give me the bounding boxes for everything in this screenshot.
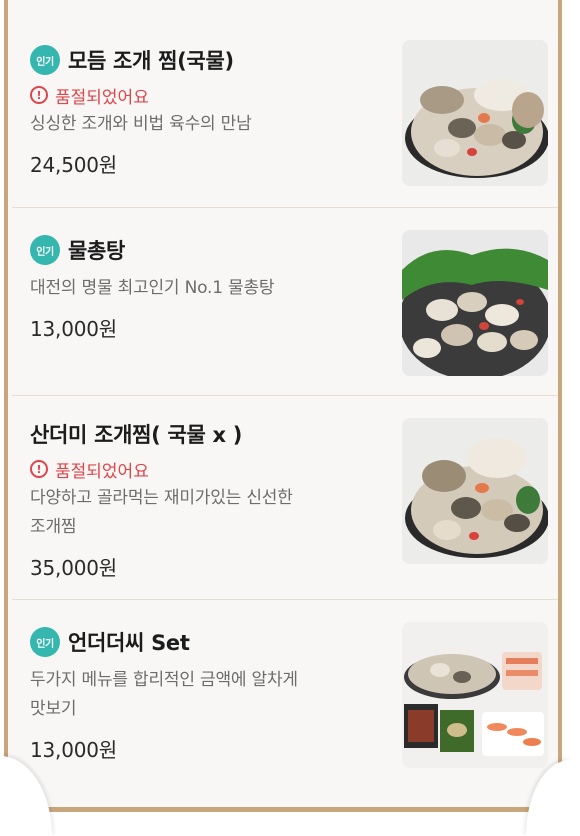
menu-item-price: 13,000원 bbox=[30, 738, 117, 762]
description-line: 조개찜 bbox=[30, 517, 77, 537]
menu-item-photo bbox=[402, 622, 548, 768]
menu-item-photo bbox=[402, 230, 548, 376]
menu-item-name: 산더미 조개찜( 국물 x ) bbox=[30, 423, 243, 447]
description-line: 다양하고 골라먹는 재미가있는 신선한 bbox=[30, 488, 293, 508]
description-line: 싱싱한 조개와 비법 육수의 만남 bbox=[30, 114, 252, 134]
menu-item[interactable]: 산더미 조개찜( 국물 x ) ! 품절되었어요 다양하고 골라먹는 재미가있는… bbox=[12, 396, 558, 600]
description-line: 대전의 명물 최고인기 No.1 물총탕 bbox=[30, 278, 275, 298]
menu-item[interactable]: 인기 물총탕 대전의 명물 최고인기 No.1 물총탕 13,000원 bbox=[12, 208, 558, 396]
popular-badge: 인기 bbox=[30, 45, 60, 75]
soldout-status: ! 품절되었어요 bbox=[30, 456, 375, 482]
menu-item-price: 24,500원 bbox=[30, 153, 117, 177]
menu-item-description: 싱싱한 조개와 비법 육수의 만남 bbox=[30, 110, 375, 139]
menu-item-name: 모듬 조개 찜(국물) bbox=[68, 49, 234, 73]
menu-item[interactable]: 인기 언더더씨 Set 두가지 메뉴를 합리적인 금액에 알차게 맛보기 13,… bbox=[12, 600, 558, 807]
menu-item-photo bbox=[402, 40, 548, 186]
soldout-label: 품절되었어요 bbox=[55, 461, 149, 482]
soldout-status: ! 품절되었어요 bbox=[30, 82, 375, 108]
menu-item-name: 언더더씨 Set bbox=[68, 631, 190, 655]
soldout-label: 품절되었어요 bbox=[55, 87, 149, 108]
menu-item-name: 물총탕 bbox=[68, 239, 126, 263]
menu-item-price: 13,000원 bbox=[30, 317, 117, 341]
popular-badge: 인기 bbox=[30, 235, 60, 265]
menu-paper: 인기 모듬 조개 찜(국물) ! 품절되었어요 싱싱한 조개와 비법 육수의 만… bbox=[4, 0, 562, 812]
menu-list: 인기 모듬 조개 찜(국물) ! 품절되었어요 싱싱한 조개와 비법 육수의 만… bbox=[12, 0, 558, 807]
description-line: 맛보기 bbox=[30, 699, 77, 719]
menu-item-price: 35,000원 bbox=[30, 556, 117, 580]
menu-item-description: 두가지 메뉴를 합리적인 금액에 알차게 맛보기 bbox=[30, 666, 375, 724]
alert-icon: ! bbox=[30, 86, 48, 104]
menu-item-description: 대전의 명물 최고인기 No.1 물총탕 bbox=[30, 274, 375, 303]
menu-item-photo bbox=[402, 418, 548, 564]
description-line: 두가지 메뉴를 합리적인 금액에 알차게 bbox=[30, 670, 298, 690]
alert-icon: ! bbox=[30, 460, 48, 478]
menu-page: 인기 모듬 조개 찜(국물) ! 품절되었어요 싱싱한 조개와 비법 육수의 만… bbox=[0, 0, 580, 836]
menu-item-description: 다양하고 골라먹는 재미가있는 신선한 조개찜 bbox=[30, 484, 375, 542]
menu-item[interactable]: 인기 모듬 조개 찜(국물) ! 품절되었어요 싱싱한 조개와 비법 육수의 만… bbox=[12, 0, 558, 208]
popular-badge: 인기 bbox=[30, 627, 60, 657]
